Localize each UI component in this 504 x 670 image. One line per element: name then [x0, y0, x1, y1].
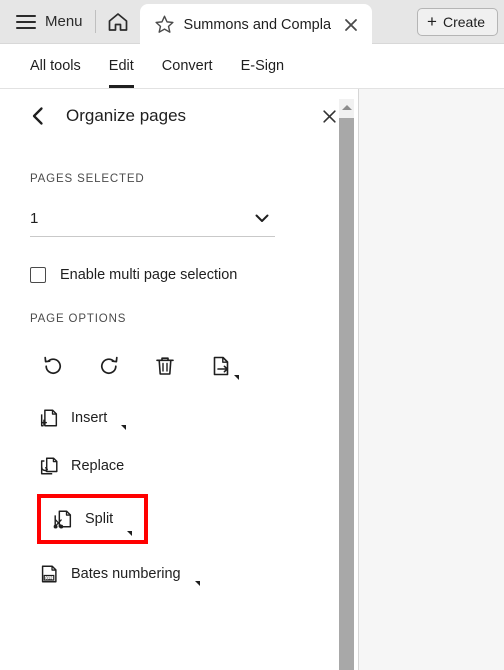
chevron-down-icon[interactable] [253, 209, 271, 227]
close-icon[interactable] [340, 14, 362, 36]
tab-all-tools[interactable]: All tools [16, 44, 95, 88]
pages-selected-label: PAGES SELECTED [30, 173, 145, 185]
tab-edit-label: Edit [108, 58, 134, 74]
menu-button[interactable]: Menu [0, 0, 95, 43]
hamburger-icon [16, 14, 36, 29]
scrollbar-thumb[interactable] [339, 118, 354, 670]
insert-option[interactable]: Insert [30, 399, 324, 437]
svg-text:012: 012 [45, 575, 53, 580]
split-page-icon [52, 508, 74, 530]
home-button[interactable] [96, 0, 140, 43]
page-action-icon-row [30, 351, 324, 381]
rotate-counterclockwise-button[interactable] [38, 351, 68, 381]
menu-label: Menu [45, 13, 83, 30]
split-label: Split [85, 511, 114, 527]
scrollbar-up-arrow[interactable] [339, 99, 354, 116]
extract-pages-icon [209, 354, 233, 378]
replace-page-icon [38, 455, 60, 477]
rotate-clockwise-button[interactable] [94, 351, 124, 381]
tab-all-tools-label: All tools [30, 58, 81, 74]
delete-trash-icon [153, 354, 177, 378]
rotate-counterclockwise-icon [41, 354, 65, 378]
bates-numbering-icon: 012 [38, 563, 60, 585]
replace-label: Replace [71, 458, 125, 474]
extract-dropdown-caret-icon[interactable] [234, 375, 239, 380]
panel-header: Organize pages [0, 89, 358, 143]
tab-convert[interactable]: Convert [148, 44, 227, 88]
split-dropdown-caret-icon[interactable] [127, 531, 133, 536]
document-viewer-area[interactable] [359, 89, 504, 670]
insert-dropdown-caret-icon[interactable] [121, 425, 127, 430]
tool-tab-strip: All tools Edit Convert E-Sign [0, 44, 504, 89]
panel-content: PAGES SELECTED 1 Enable multi page selec… [0, 173, 358, 593]
title-bar: Menu Summons and Complai... + Create [0, 0, 504, 45]
star-outline-icon[interactable] [154, 14, 175, 35]
chevron-left-icon[interactable] [26, 104, 50, 128]
panel-title: Organize pages [66, 106, 187, 125]
bates-numbering-option[interactable]: 012 Bates numbering [30, 555, 324, 593]
create-button[interactable]: + Create [417, 7, 498, 36]
home-icon [107, 12, 129, 32]
tab-e-sign-label: E-Sign [240, 58, 285, 74]
bates-dropdown-caret-icon[interactable] [194, 581, 200, 586]
create-area: + Create [417, 0, 504, 43]
enable-multi-page-selection-checkbox[interactable] [30, 267, 46, 283]
pages-selected-dropdown[interactable]: 1 [30, 201, 275, 237]
pages-selected-value: 1 [30, 210, 39, 227]
organize-pages-panel: Organize pages PAGES SELECTED 1 Enable m… [0, 89, 359, 670]
tab-edit[interactable]: Edit [95, 44, 148, 88]
extract-pages-button[interactable] [206, 351, 239, 381]
plus-icon: + [427, 12, 437, 31]
tab-title: Summons and Complai... [183, 16, 331, 33]
delete-pages-button[interactable] [150, 351, 180, 381]
rotate-clockwise-icon [97, 354, 121, 378]
insert-page-icon [38, 407, 60, 429]
panel-scrollbar[interactable] [339, 99, 354, 670]
tab-e-sign[interactable]: E-Sign [227, 44, 299, 88]
page-options-label: PAGE OPTIONS [30, 313, 127, 325]
split-option-wrapper: Split [30, 494, 324, 544]
enable-multi-page-selection-label: Enable multi page selection [60, 267, 238, 283]
main-body: Organize pages PAGES SELECTED 1 Enable m… [0, 89, 504, 670]
bates-numbering-label: Bates numbering [71, 566, 181, 582]
enable-multi-page-selection-row[interactable]: Enable multi page selection [30, 267, 324, 283]
triangle-up-icon [341, 105, 352, 110]
tab-convert-label: Convert [161, 58, 213, 74]
replace-option[interactable]: Replace [30, 447, 324, 485]
split-option[interactable]: Split [30, 495, 324, 543]
create-label: Create [442, 13, 485, 30]
document-tab[interactable]: Summons and Complai... [139, 4, 372, 45]
insert-label: Insert [71, 410, 108, 426]
